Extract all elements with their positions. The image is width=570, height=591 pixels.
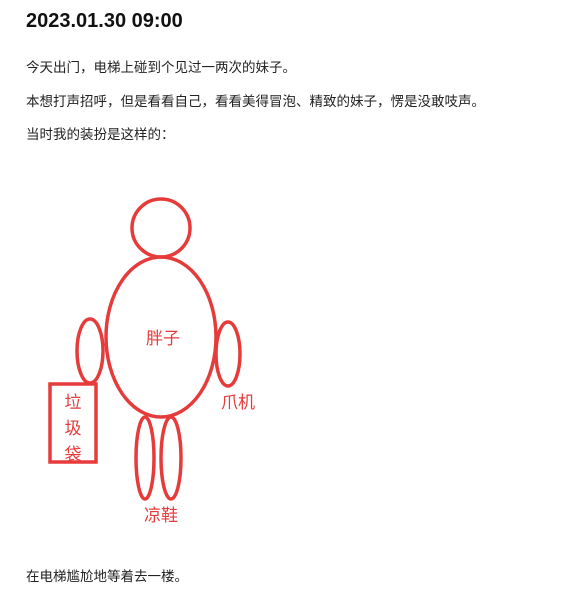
label-bag-2: 圾: [65, 419, 82, 439]
label-phone: 爪机: [221, 393, 255, 413]
label-bag-1: 垃: [65, 393, 82, 413]
label-body: 胖子: [146, 329, 180, 349]
figure-left-arm: [75, 317, 105, 385]
figure-left-leg: [134, 415, 156, 501]
paragraph-4: 在电梯尴尬地等着去一楼。: [26, 569, 188, 585]
stick-figure-drawing: 胖子 爪机 垃 圾 袋 凉鞋: [48, 197, 255, 526]
label-bag-3: 袋: [65, 445, 82, 465]
figure-right-arm: [214, 320, 242, 388]
figure-head: [130, 197, 192, 259]
figure-right-leg: [159, 415, 183, 501]
label-shoes: 凉鞋: [144, 506, 178, 526]
